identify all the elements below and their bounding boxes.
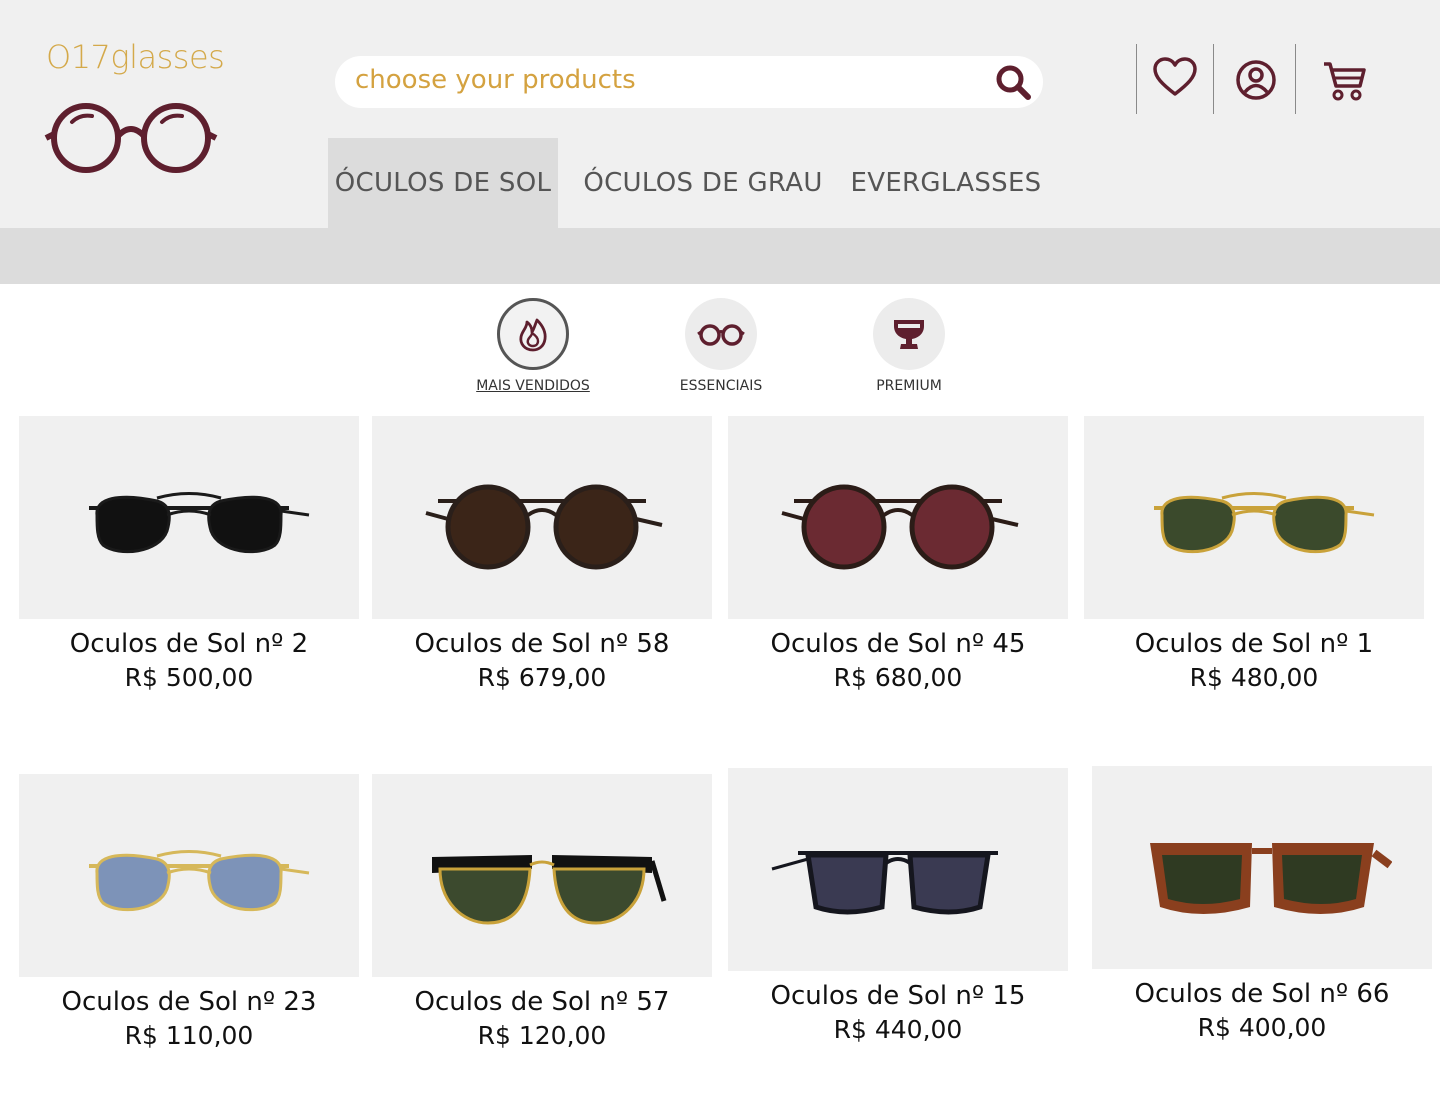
product-image[interactable]: [1092, 766, 1432, 969]
product-card[interactable]: Oculos de Sol nº 45 R$ 680,00: [728, 416, 1068, 692]
category-mais-vendidos[interactable]: MAIS VENDIDOS: [453, 298, 613, 394]
tab-everglasses[interactable]: EVERGLASSES: [846, 138, 1046, 228]
product-price: R$ 440,00: [833, 1015, 963, 1044]
product-image[interactable]: [1084, 416, 1424, 619]
product-name[interactable]: Oculos de Sol nº 45: [728, 629, 1068, 659]
heart-icon[interactable]: [1152, 56, 1198, 98]
tab-oculos-de-grau[interactable]: ÓCULOS DE GRAU: [578, 138, 828, 228]
category-icon-circle[interactable]: [685, 298, 757, 370]
search-icon[interactable]: [993, 62, 1033, 102]
product-name[interactable]: Oculos de Sol nº 66: [1092, 979, 1432, 1009]
sunglasses-image[interactable]: [1124, 453, 1384, 583]
product-card[interactable]: Oculos de Sol nº 66 R$ 400,00: [1092, 766, 1432, 1042]
product-name[interactable]: Oculos de Sol nº 23: [19, 987, 359, 1017]
glasses-icon: [697, 324, 745, 346]
product-name[interactable]: Oculos de Sol nº 1: [1084, 629, 1424, 659]
header-divider: [1213, 44, 1214, 114]
product-card[interactable]: Oculos de Sol nº 23 R$ 110,00: [19, 774, 359, 1050]
brand-name[interactable]: O17glasses: [46, 38, 225, 76]
product-image[interactable]: [19, 774, 359, 977]
sunglasses-image[interactable]: [412, 811, 672, 941]
product-image[interactable]: [19, 416, 359, 619]
sunglasses-image[interactable]: [59, 453, 319, 583]
product-card[interactable]: Oculos de Sol nº 2 R$ 500,00: [19, 416, 359, 692]
product-price: R$ 400,00: [1197, 1013, 1327, 1042]
sunglasses-image[interactable]: [59, 811, 319, 941]
category-label: ESSENCIAIS: [679, 378, 763, 394]
trophy-icon: [894, 320, 924, 349]
product-name[interactable]: Oculos de Sol nº 57: [372, 987, 712, 1017]
category-icon-circle[interactable]: [497, 298, 569, 370]
user-icon[interactable]: [1235, 59, 1277, 101]
sunglasses-image[interactable]: [768, 805, 1028, 935]
product-name[interactable]: Oculos de Sol nº 2: [19, 629, 359, 659]
product-image[interactable]: [372, 416, 712, 619]
product-name[interactable]: Oculos de Sol nº 58: [372, 629, 712, 659]
sunglasses-image[interactable]: [1132, 803, 1392, 933]
product-name[interactable]: Oculos de Sol nº 15: [728, 981, 1068, 1011]
search-input[interactable]: choose your products: [355, 65, 636, 95]
category-premium[interactable]: PREMIUM: [829, 298, 989, 394]
product-price: R$ 120,00: [477, 1021, 607, 1050]
product-card[interactable]: Oculos de Sol nº 57 R$ 120,00: [372, 774, 712, 1050]
category-icon-circle[interactable]: [873, 298, 945, 370]
product-card[interactable]: Oculos de Sol nº 58 R$ 679,00: [372, 416, 712, 692]
product-price: R$ 679,00: [477, 663, 607, 692]
product-image[interactable]: [728, 768, 1068, 971]
logo-glasses-icon[interactable]: [44, 96, 218, 176]
product-price: R$ 500,00: [124, 663, 254, 692]
category-label: PREMIUM: [876, 378, 942, 394]
category-essenciais[interactable]: ESSENCIAIS: [641, 298, 801, 394]
tab-oculos-de-sol[interactable]: ÓCULOS DE SOL: [328, 138, 558, 228]
header-divider: [1136, 44, 1137, 114]
cart-icon[interactable]: [1320, 58, 1368, 102]
product-price: R$ 480,00: [1189, 663, 1319, 692]
product-image[interactable]: [728, 416, 1068, 619]
product-price: R$ 680,00: [833, 663, 963, 692]
search-bar[interactable]: choose your products: [335, 56, 1043, 108]
product-card[interactable]: Oculos de Sol nº 15 R$ 440,00: [728, 768, 1068, 1044]
sunglasses-image[interactable]: [768, 453, 1028, 583]
product-price: R$ 110,00: [124, 1021, 254, 1050]
flame-icon: [519, 318, 547, 352]
sunglasses-image[interactable]: [412, 453, 672, 583]
header-divider: [1295, 44, 1296, 114]
product-image[interactable]: [372, 774, 712, 977]
category-label: MAIS VENDIDOS: [476, 378, 590, 394]
product-card[interactable]: Oculos de Sol nº 1 R$ 480,00: [1084, 416, 1424, 692]
sub-navigation-bar: [0, 228, 1440, 284]
